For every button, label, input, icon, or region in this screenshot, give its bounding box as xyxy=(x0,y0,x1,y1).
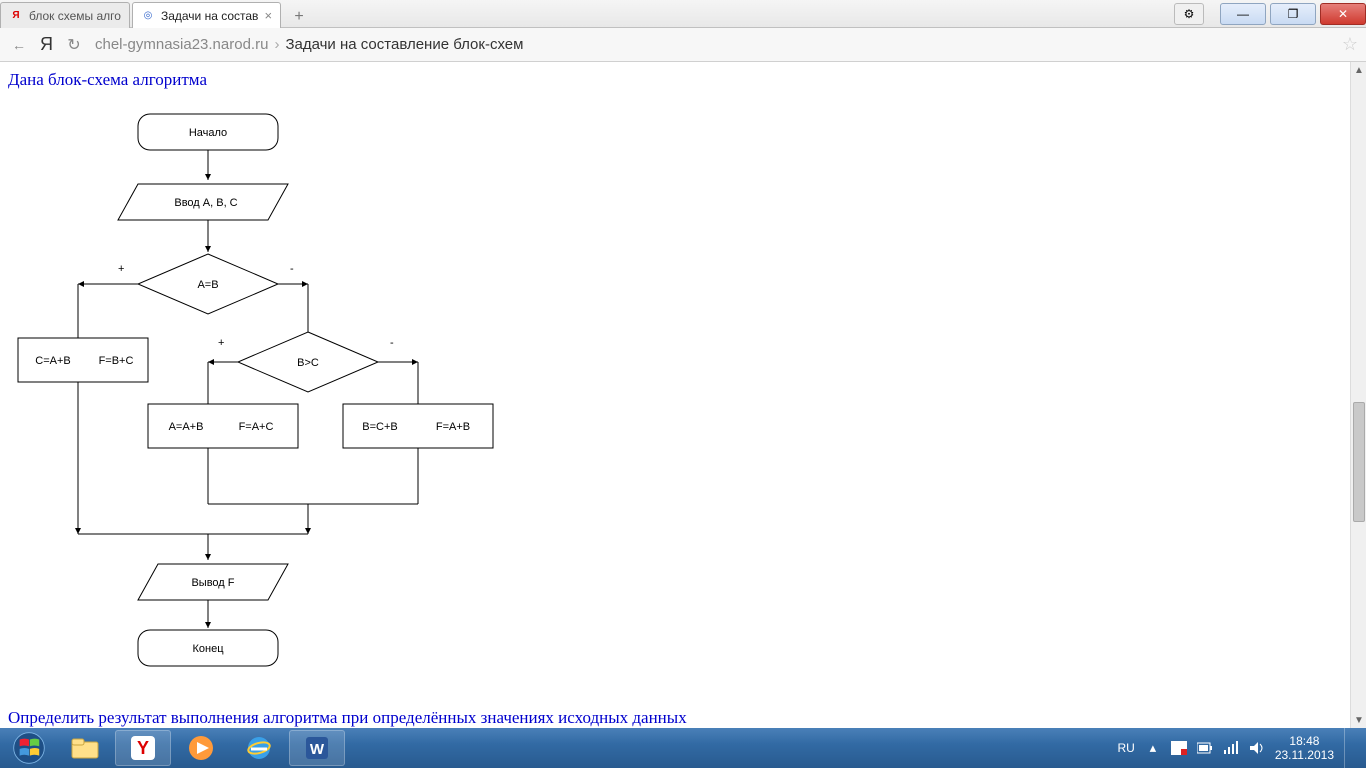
page-viewport: Дана блок-схема алгоритма Начало Ввод A,… xyxy=(0,62,1350,728)
task-browser[interactable]: Y xyxy=(115,730,171,766)
minimize-icon: — xyxy=(1237,7,1249,21)
flow-minus1: - xyxy=(290,263,294,275)
folder-icon xyxy=(70,736,100,760)
toolbar: ← Я ↻ chel-gymnasia23.narod.ru › Задачи … xyxy=(0,28,1366,62)
flow-plus1: + xyxy=(118,263,124,275)
show-desktop-button[interactable] xyxy=(1344,728,1354,768)
ie-icon xyxy=(245,734,273,762)
close-icon: ✕ xyxy=(1338,7,1348,21)
flow-left2: F=B+C xyxy=(99,355,134,367)
tab-active[interactable]: ◎ Задачи на состав × xyxy=(132,2,281,28)
page-heading-bottom: Определить результат выполнения алгоритм… xyxy=(8,708,1342,728)
media-player-icon xyxy=(187,734,215,762)
task-word[interactable]: W xyxy=(289,730,345,766)
back-button[interactable]: ← xyxy=(8,34,30,56)
minimize-button[interactable]: — xyxy=(1220,3,1266,25)
reload-icon: ↻ xyxy=(67,35,80,55)
flow-minus2: - xyxy=(390,337,394,349)
date: 23.11.2013 xyxy=(1275,748,1334,762)
word-icon: W xyxy=(303,734,331,762)
tab-close-icon[interactable]: × xyxy=(264,8,272,23)
address-bar[interactable]: chel-gymnasia23.narod.ru › Задачи на сос… xyxy=(95,34,1358,55)
favicon-yandex: Я xyxy=(9,9,23,23)
favicon-site: ◎ xyxy=(141,9,155,23)
yandex-logo[interactable]: Я xyxy=(40,34,53,55)
svg-text:Y: Y xyxy=(137,738,149,758)
tab-title: Задачи на состав xyxy=(161,9,258,23)
flow-left1: C=A+B xyxy=(35,355,70,367)
time: 18:48 xyxy=(1275,734,1334,748)
task-explorer[interactable] xyxy=(57,730,113,766)
flow-cond1: A=B xyxy=(197,279,218,291)
volume-icon[interactable] xyxy=(1249,740,1265,756)
page-content: Дана блок-схема алгоритма Начало Ввод A,… xyxy=(0,62,1350,728)
flow-mid1: A=A+B xyxy=(169,421,204,433)
flow-right2: F=A+B xyxy=(436,421,470,433)
window-controls: ⚙ — ❐ ✕ xyxy=(1174,0,1366,27)
lang-indicator[interactable]: RU xyxy=(1117,741,1134,755)
flag-icon[interactable] xyxy=(1171,740,1187,756)
settings-button[interactable]: ⚙ xyxy=(1174,3,1204,25)
tabstrip: Я блок схемы алго ◎ Задачи на состав × + xyxy=(0,0,311,28)
address-separator: › xyxy=(274,36,279,53)
battery-icon[interactable] xyxy=(1197,740,1213,756)
tray-up-icon[interactable]: ▴ xyxy=(1145,740,1161,756)
flow-plus2: + xyxy=(218,337,224,349)
new-tab-button[interactable]: + xyxy=(287,6,311,28)
maximize-button[interactable]: ❐ xyxy=(1270,3,1316,25)
reload-button[interactable]: ↻ xyxy=(63,34,85,56)
page-heading: Дана блок-схема алгоритма xyxy=(8,70,1342,90)
flow-output: Вывод F xyxy=(191,577,234,589)
yandex-browser-icon: Y xyxy=(129,734,157,762)
vertical-scrollbar[interactable]: ▲ ▼ xyxy=(1350,62,1366,728)
titlebar: Я блок схемы алго ◎ Задачи на состав × +… xyxy=(0,0,1366,28)
scroll-thumb[interactable] xyxy=(1353,402,1365,522)
scroll-down-icon[interactable]: ▼ xyxy=(1351,712,1366,728)
task-ie[interactable] xyxy=(231,730,287,766)
tab-inactive[interactable]: Я блок схемы алго xyxy=(0,2,130,28)
tab-title: блок схемы алго xyxy=(29,9,121,23)
clock[interactable]: 18:48 23.11.2013 xyxy=(1275,734,1334,763)
system-tray: RU ▴ 18:48 23.11.2013 xyxy=(1117,728,1366,768)
address-page: Задачи на составление блок-схем xyxy=(285,36,523,53)
flow-input: Ввод A, B, C xyxy=(174,197,237,209)
bookmark-star-icon[interactable]: ☆ xyxy=(1342,34,1358,55)
wifi-icon[interactable] xyxy=(1223,740,1239,756)
taskbar: Y W RU ▴ 18:48 23.11.2013 xyxy=(0,728,1366,768)
maximize-icon: ❐ xyxy=(1288,7,1299,21)
back-icon: ← xyxy=(12,37,26,53)
start-button[interactable] xyxy=(2,728,56,768)
windows-logo-icon xyxy=(12,731,46,765)
gear-icon: ⚙ xyxy=(1184,7,1195,21)
task-media-player[interactable] xyxy=(173,730,229,766)
svg-text:W: W xyxy=(310,741,325,758)
close-button[interactable]: ✕ xyxy=(1320,3,1366,25)
address-domain: chel-gymnasia23.narod.ru xyxy=(95,36,268,53)
scroll-up-icon[interactable]: ▲ xyxy=(1351,62,1366,78)
flow-start: Начало xyxy=(189,127,227,139)
flowchart-svg: Начало Ввод A, B, C A=B + - C=A xyxy=(8,94,528,694)
flow-right1: B=C+B xyxy=(362,421,397,433)
flow-end: Конец xyxy=(192,643,224,655)
flow-cond2: B>C xyxy=(297,357,319,369)
flow-mid2: F=A+C xyxy=(239,421,274,433)
